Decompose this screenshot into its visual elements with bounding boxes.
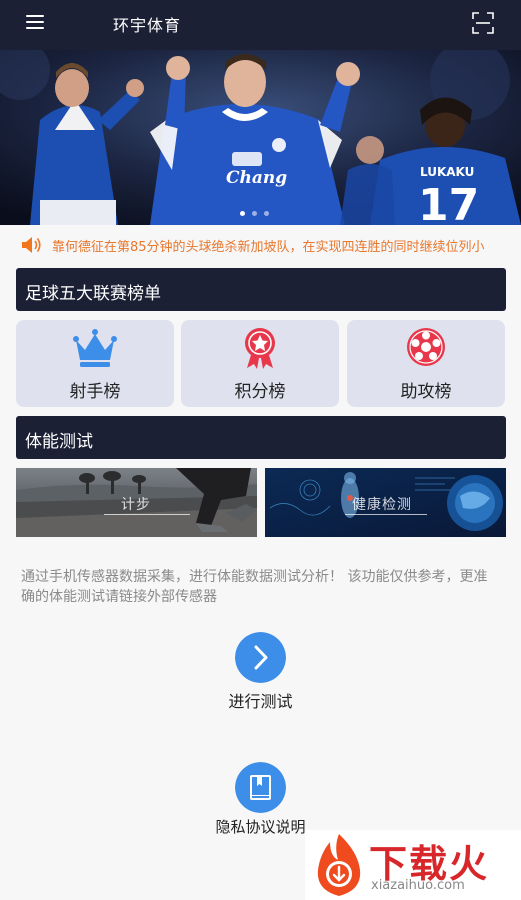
flame-logo-icon: [317, 834, 361, 896]
crown-icon: [73, 329, 117, 367]
app-title: 环宇体育: [113, 16, 182, 35]
scorer-ranking-label: 射手榜: [69, 382, 121, 402]
points-ranking-card[interactable]: 积分榜: [181, 320, 339, 407]
soccer-ball-icon: [407, 328, 445, 366]
step-counter-label: 计步: [121, 497, 151, 513]
assist-ranking-label: 助攻榜: [400, 382, 452, 402]
step-counter-underline: [104, 514, 190, 515]
top-bar: 环宇体育: [0, 0, 521, 50]
news-ticker-text: 靠何德征在第85分钟的头球绝杀新加坡队，在实现四连胜的同时继续位列小: [52, 240, 485, 255]
section-header-fitness: 体能测试: [16, 416, 506, 459]
health-check-card[interactable]: 健康检测: [265, 468, 506, 537]
menu-icon[interactable]: [26, 15, 44, 29]
health-check-label: 健康检测: [352, 497, 412, 513]
assist-ranking-card[interactable]: 助攻榜: [347, 320, 505, 407]
watermark: 下载火 xiazaihuo.com: [305, 830, 521, 900]
step-counter-card[interactable]: 计步: [16, 468, 257, 537]
scorer-ranking-card[interactable]: 射手榜: [16, 320, 174, 407]
carousel-dot[interactable]: [252, 211, 257, 216]
health-check-underline: [345, 514, 427, 515]
banner-carousel[interactable]: Chang 17 LUKAKU: [0, 50, 521, 225]
section-header-leagues: 足球五大联赛榜单: [16, 268, 506, 311]
carousel-dots: [240, 211, 269, 216]
news-ticker[interactable]: 靠何德征在第85分钟的头球绝杀新加坡队，在实现四连胜的同时继续位列小: [0, 226, 521, 264]
chevron-right-icon[interactable]: [235, 632, 286, 683]
fitness-description: 通过手机传感器数据采集，进行体能数据测试分析！ 该功能仅供参考，更准确的体能测试…: [21, 569, 488, 605]
svg-text:Chang: Chang: [226, 168, 287, 188]
banner-image: Chang 17 LUKAKU: [0, 50, 521, 225]
carousel-dot[interactable]: [264, 211, 269, 216]
medal-icon: [245, 328, 275, 369]
carousel-dot[interactable]: [240, 211, 245, 216]
start-test-button[interactable]: 进行测试: [0, 688, 521, 712]
watermark-sub: xiazaihuo.com: [371, 878, 465, 893]
speaker-icon: [22, 237, 41, 253]
svg-text:17: 17: [418, 180, 479, 225]
svg-text:LUKAKU: LUKAKU: [420, 165, 474, 179]
scan-icon[interactable]: [472, 12, 494, 34]
points-ranking-label: 积分榜: [234, 382, 286, 402]
book-icon[interactable]: [235, 762, 286, 813]
